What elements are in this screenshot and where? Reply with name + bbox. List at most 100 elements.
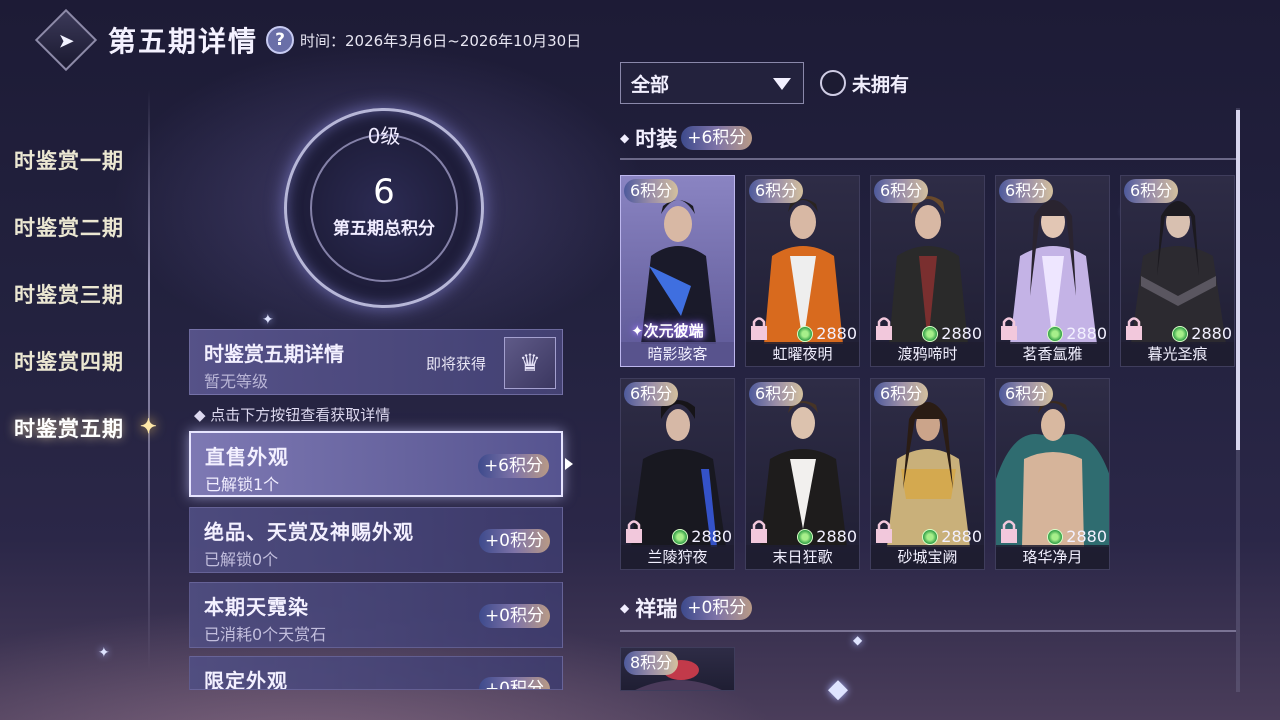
category-sub: 已解锁0个: [204, 550, 279, 569]
bullet-icon: ◆: [620, 131, 630, 145]
section-title: 祥瑞: [635, 597, 678, 621]
jade-coin-icon: [797, 528, 814, 545]
section-divider: [620, 630, 1236, 632]
header: ➤ 第五期详情 ? 时间：2026年3月6日~2026年10月30日: [34, 8, 581, 72]
card-name: 砂城宝阙: [871, 545, 984, 569]
card-price: 2880: [922, 527, 982, 546]
lock-icon: [1126, 317, 1142, 340]
card-price: 2880: [797, 527, 857, 546]
nav-item-period-1[interactable]: 时鉴赏一期: [14, 126, 154, 193]
lock-icon: [876, 317, 892, 340]
category-name: 绝品、天赏及神赐外观: [204, 520, 414, 544]
period-nav: 时鉴赏一期 时鉴赏二期 时鉴赏三期 时鉴赏四期 时鉴赏五期: [14, 126, 158, 461]
category-points: +0积分: [478, 604, 550, 628]
card-points: 6积分: [624, 382, 679, 406]
lock-icon: [751, 520, 767, 543]
nav-item-period-5[interactable]: 时鉴赏五期: [14, 394, 158, 461]
card-name: 暮光圣痕: [1121, 342, 1234, 366]
total-score-label: 第五期总积分: [333, 219, 435, 239]
nav-item-period-3[interactable]: 时鉴赏三期: [14, 260, 154, 327]
card-name: 虹曜夜明: [746, 342, 859, 366]
category-points: +0积分: [478, 677, 550, 689]
fashion-card[interactable]: 6积分 2880 珞华净月: [995, 378, 1110, 570]
jade-coin-icon: [1172, 325, 1189, 342]
sparkle-icon: ◆: [828, 674, 848, 704]
category-sub: 已消耗0个天赏石: [204, 625, 327, 644]
unowned-label[interactable]: 未拥有: [852, 70, 909, 97]
detail-level: 暂无等级: [204, 372, 269, 391]
category-dye[interactable]: 本期天霓染 已消耗0个天赏石 +0积分: [189, 582, 563, 648]
lock-icon: [1001, 520, 1017, 543]
auspicious-card[interactable]: 8积分: [620, 647, 735, 691]
category-name: 本期天霓染: [204, 595, 309, 619]
lock-icon: [876, 520, 892, 543]
card-name: 末日狂歌: [746, 545, 859, 569]
card-name: 渡鸦啼时: [871, 342, 984, 366]
fashion-card[interactable]: 6积分 2880 暮光圣痕: [1120, 175, 1235, 367]
card-name: 珞华净月: [996, 545, 1109, 569]
nav-item-period-4[interactable]: 时鉴赏四期: [14, 327, 154, 394]
brand-logo: ✦次元彼端: [631, 322, 704, 340]
sparkle-icon: ✦: [262, 312, 274, 328]
card-points: 6积分: [999, 382, 1054, 406]
scrollbar-thumb[interactable]: [1236, 110, 1240, 450]
jade-coin-icon: [797, 325, 814, 342]
detail-title: 时鉴赏五期详情: [204, 342, 344, 366]
section-points: +0积分: [681, 596, 753, 620]
price-value: 2880: [691, 527, 732, 546]
filter-dropdown[interactable]: 全部: [620, 62, 804, 104]
fashion-card[interactable]: 6积分 2880 渡鸦啼时: [870, 175, 985, 367]
help-icon[interactable]: ?: [266, 26, 295, 54]
unowned-radio[interactable]: [820, 70, 846, 96]
price-value: 2880: [1066, 527, 1107, 546]
price-value: 2880: [941, 324, 982, 343]
card-price: 2880: [1172, 324, 1232, 343]
fashion-card[interactable]: 6积分 2880 砂城宝阙: [870, 378, 985, 570]
soon-label: 即将获得: [426, 355, 487, 373]
fashion-card[interactable]: 6积分 2880 茗香氲雅: [995, 175, 1110, 367]
card-price: 2880: [1047, 527, 1107, 546]
card-points: 6积分: [624, 179, 679, 203]
category-limited[interactable]: 限定外观 +0积分: [189, 656, 563, 690]
card-points: 6积分: [1124, 179, 1179, 203]
price-value: 2880: [1066, 324, 1107, 343]
section-auspicious-header: ◆ 祥瑞 +0积分: [620, 593, 753, 623]
category-name: 直售外观: [205, 445, 289, 469]
sparkle-icon: ✦: [98, 645, 110, 661]
fashion-card[interactable]: 6积分 2880 兰陵狩夜: [620, 378, 735, 570]
filter-value: 全部: [631, 73, 670, 96]
lock-icon: [1001, 317, 1017, 340]
section-fashion-header: ◆ 时装 +6积分: [620, 123, 753, 153]
category-direct-sale[interactable]: 直售外观 已解锁1个 +6积分: [189, 431, 563, 497]
card-points: 8积分: [624, 651, 679, 675]
hint-text: ◆ 点击下方按钮查看获取详情: [194, 406, 391, 424]
card-points: 6积分: [749, 179, 804, 203]
nav-item-period-2[interactable]: 时鉴赏二期: [14, 193, 154, 260]
lock-icon: [751, 317, 767, 340]
reward-icon[interactable]: ♛: [504, 337, 556, 389]
jade-coin-icon: [922, 528, 939, 545]
fashion-card[interactable]: 6积分 ✦次元彼端 暗影骇客: [620, 175, 735, 367]
jade-coin-icon: [1047, 528, 1064, 545]
back-button[interactable]: ➤: [34, 8, 98, 72]
category-name: 限定外观: [204, 669, 288, 690]
lock-icon: [626, 520, 642, 543]
category-premium[interactable]: 绝品、天赏及神赐外观 已解锁0个 +0积分: [189, 507, 563, 573]
card-points: 6积分: [749, 382, 804, 406]
period-detail-card[interactable]: 时鉴赏五期详情 暂无等级 即将获得 ♛: [189, 329, 563, 395]
total-score: 6: [373, 172, 395, 212]
card-price: 2880: [797, 324, 857, 343]
card-name: 兰陵狩夜: [621, 545, 734, 569]
jade-coin-icon: [922, 325, 939, 342]
price-value: 2880: [816, 527, 857, 546]
active-arrow-icon: [565, 458, 573, 470]
fashion-card[interactable]: 6积分 2880 虹曜夜明: [745, 175, 860, 367]
fashion-card[interactable]: 6积分 2880 末日狂歌: [745, 378, 860, 570]
section-points: +6积分: [681, 126, 753, 150]
price-value: 2880: [816, 324, 857, 343]
category-points: +0积分: [478, 529, 550, 553]
category-points: +6积分: [477, 454, 549, 478]
card-name: 暗影骇客: [621, 342, 734, 366]
bullet-icon: ◆: [620, 601, 630, 615]
page-title: 第五期详情: [108, 25, 259, 58]
